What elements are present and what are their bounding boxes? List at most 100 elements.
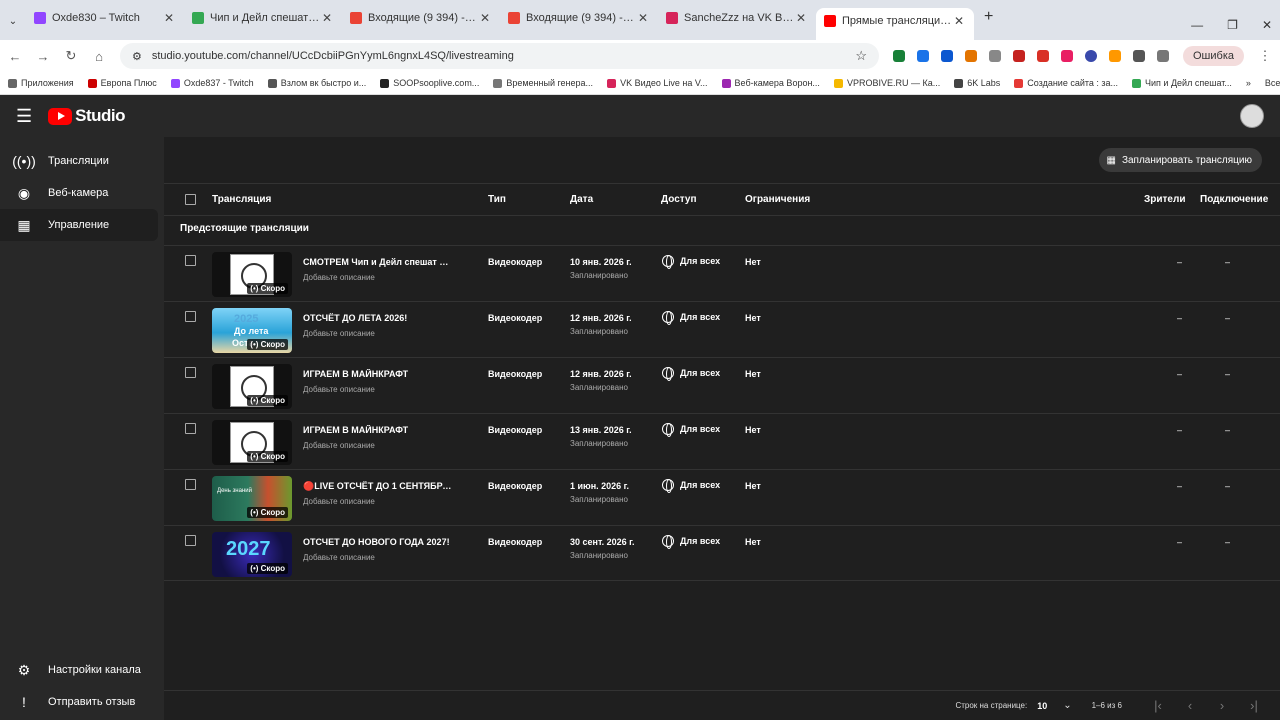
video-thumbnail[interactable]: 2027 (•) Скоро (212, 532, 292, 577)
add-description-link[interactable]: Добавьте описание (303, 385, 375, 394)
add-description-link[interactable]: Добавьте описание (303, 329, 375, 338)
video-thumbnail[interactable]: 2025 До лета Оста (•) Скоро (212, 308, 292, 353)
table-row[interactable]: День знаний (•) Скоро 🔴LIVE ОТСЧЁТ ДО 1 … (164, 469, 1280, 525)
site-info-icon[interactable]: ⚙ (132, 50, 142, 63)
prev-page-icon[interactable]: ‹ (1174, 698, 1206, 713)
column-viewers[interactable]: Зрители (1144, 194, 1185, 205)
close-tab-icon[interactable]: ✕ (478, 11, 492, 25)
add-description-link[interactable]: Добавьте описание (303, 441, 375, 450)
close-tab-icon[interactable]: ✕ (162, 11, 176, 25)
bookmark-item[interactable]: VK Видео Live на V... (607, 78, 708, 88)
next-page-icon[interactable]: › (1206, 698, 1238, 713)
access-dropdown[interactable]: Для всех (662, 423, 720, 437)
sidebar-item[interactable]: ((•)) Трансляции (0, 145, 164, 177)
all-bookmarks-link[interactable]: Все закладки (1265, 78, 1280, 88)
puzzle-icon[interactable] (1133, 50, 1145, 62)
column-type[interactable]: Тип (488, 194, 506, 205)
tab-search-chevron-icon[interactable]: ⌄ (4, 12, 22, 30)
broadcast-title[interactable]: ОТСЧЕТ ДО НОВОГО ГОДА 2027! (303, 537, 453, 547)
browser-tab[interactable]: Чип и Дейл спешат на помощь ✕ (184, 2, 342, 34)
extension-icon[interactable] (1061, 50, 1073, 62)
bookmark-item[interactable]: Чип и Дейл спешат... (1132, 78, 1232, 88)
extension-icon[interactable] (1037, 50, 1049, 62)
menu-dots-icon[interactable]: ⋮ (1258, 48, 1272, 64)
studio-logo[interactable]: Studio (48, 106, 126, 126)
bookmark-item[interactable]: Приложения (8, 78, 74, 88)
avatar[interactable] (1240, 104, 1264, 128)
url-field[interactable]: ⚙ studio.youtube.com/channel/UCcDcbiiPGn… (120, 43, 879, 69)
broadcast-title[interactable]: ОТСЧЁТ ДО ЛЕТА 2026! (303, 313, 453, 323)
extension-icon[interactable] (1013, 50, 1025, 62)
column-restrictions[interactable]: Ограничения (745, 194, 810, 205)
extension-icon[interactable] (941, 50, 953, 62)
column-date[interactable]: Дата (570, 194, 593, 205)
browser-tab[interactable]: Входящие (9 394) - sergei1402... ✕ (500, 2, 658, 34)
row-checkbox[interactable] (185, 255, 196, 266)
extension-icon[interactable] (893, 50, 905, 62)
video-thumbnail[interactable]: (•) Скоро (212, 364, 292, 409)
close-tab-icon[interactable]: ✕ (794, 11, 808, 25)
table-row[interactable]: (•) Скоро ИГРАЕМ В МАЙНКРАФТ Добавьте оп… (164, 413, 1280, 469)
bookmark-item[interactable]: 6K Labs (954, 78, 1000, 88)
bookmark-item[interactable]: Oxde837 - Twitch (170, 78, 254, 88)
access-dropdown[interactable]: Для всех (662, 255, 720, 269)
profile-icon[interactable] (1157, 50, 1169, 62)
first-page-icon[interactable]: |‹ (1142, 698, 1174, 713)
select-all-checkbox[interactable] (185, 194, 196, 205)
broadcast-title[interactable]: 🔴LIVE ОТСЧЁТ ДО 1 СЕНТЯБРЯ... (303, 481, 453, 492)
extension-icon[interactable] (1109, 50, 1121, 62)
bookmark-item[interactable]: VPROBIVE.RU — Ка... (833, 78, 940, 88)
video-thumbnail[interactable]: День знаний (•) Скоро (212, 476, 292, 521)
column-broadcast[interactable]: Трансляция (212, 194, 271, 205)
bookmark-item[interactable]: Европа Плюс (87, 78, 157, 88)
bookmark-item[interactable]: Веб-камера Ворон... (721, 78, 820, 88)
table-row[interactable]: 2027 (•) Скоро ОТСЧЕТ ДО НОВОГО ГОДА 202… (164, 525, 1280, 581)
browser-tab[interactable]: Входящие (9 394) - sergei1402... ✕ (342, 2, 500, 34)
back-icon[interactable]: ← (8, 49, 22, 64)
broadcast-title[interactable]: ИГРАЕМ В МАЙНКРАФТ (303, 369, 453, 379)
chevron-down-icon[interactable]: ⌄ (1063, 700, 1071, 711)
menu-icon[interactable]: ☰ (16, 106, 32, 127)
sidebar-item[interactable]: ▦ Управление (0, 209, 158, 241)
reload-icon[interactable]: ↻ (64, 48, 78, 64)
schedule-broadcast-button[interactable]: ▦ Запланировать трансляцию (1098, 148, 1262, 172)
close-window-icon[interactable]: ✕ (1262, 18, 1272, 32)
add-description-link[interactable]: Добавьте описание (303, 273, 375, 282)
minimize-icon[interactable]: — (1191, 18, 1203, 32)
broadcast-title[interactable]: СМОТРЕМ Чип и Дейл спешат на... (303, 257, 453, 267)
more-bookmarks-icon[interactable]: » (1246, 78, 1251, 88)
add-description-link[interactable]: Добавьте описание (303, 497, 375, 506)
add-description-link[interactable]: Добавьте описание (303, 553, 375, 562)
sidebar-item[interactable]: ◉ Веб-камера (0, 177, 164, 209)
access-dropdown[interactable]: Для всех (662, 479, 720, 493)
last-page-icon[interactable]: ›| (1238, 698, 1270, 713)
access-dropdown[interactable]: Для всех (662, 367, 720, 381)
extension-icon[interactable] (989, 50, 1001, 62)
sidebar-item[interactable]: ⚙ Настройки канала (0, 654, 164, 686)
maximize-icon[interactable]: ❐ (1227, 18, 1238, 32)
bookmark-star-icon[interactable]: ☆ (855, 48, 867, 64)
bookmark-item[interactable]: Взлом вк быстро и... (267, 78, 366, 88)
browser-tab[interactable]: Прямые трансляции - YouTube ✕ (816, 8, 974, 40)
row-checkbox[interactable] (185, 367, 196, 378)
access-dropdown[interactable]: Для всех (662, 535, 720, 549)
video-thumbnail[interactable]: (•) Скоро (212, 252, 292, 297)
broadcast-title[interactable]: ИГРАЕМ В МАЙНКРАФТ (303, 425, 453, 435)
table-row[interactable]: 2025 До лета Оста (•) Скоро ОТСЧЁТ ДО ЛЕ… (164, 301, 1280, 357)
row-checkbox[interactable] (185, 423, 196, 434)
sidebar-item[interactable]: ! Отправить отзыв (0, 686, 164, 718)
browser-tab[interactable]: Oxde830 – Twitch ✕ (26, 2, 184, 34)
error-button[interactable]: Ошибка (1183, 46, 1244, 66)
extension-icon[interactable] (1085, 50, 1097, 62)
access-dropdown[interactable]: Для всех (662, 311, 720, 325)
extension-icon[interactable] (917, 50, 929, 62)
table-row[interactable]: (•) Скоро СМОТРЕМ Чип и Дейл спешат на..… (164, 245, 1280, 301)
row-checkbox[interactable] (185, 311, 196, 322)
row-checkbox[interactable] (185, 535, 196, 546)
table-row[interactable]: (•) Скоро ИГРАЕМ В МАЙНКРАФТ Добавьте оп… (164, 357, 1280, 413)
browser-tab[interactable]: SancheZzz на VK Видео Live – ✕ (658, 2, 816, 34)
column-access[interactable]: Доступ (661, 194, 697, 205)
bookmark-item[interactable]: SOOPsooplive.com... (380, 78, 479, 88)
bookmark-item[interactable]: Временный генера... (493, 78, 593, 88)
column-connection[interactable]: Подключение (1200, 194, 1268, 205)
